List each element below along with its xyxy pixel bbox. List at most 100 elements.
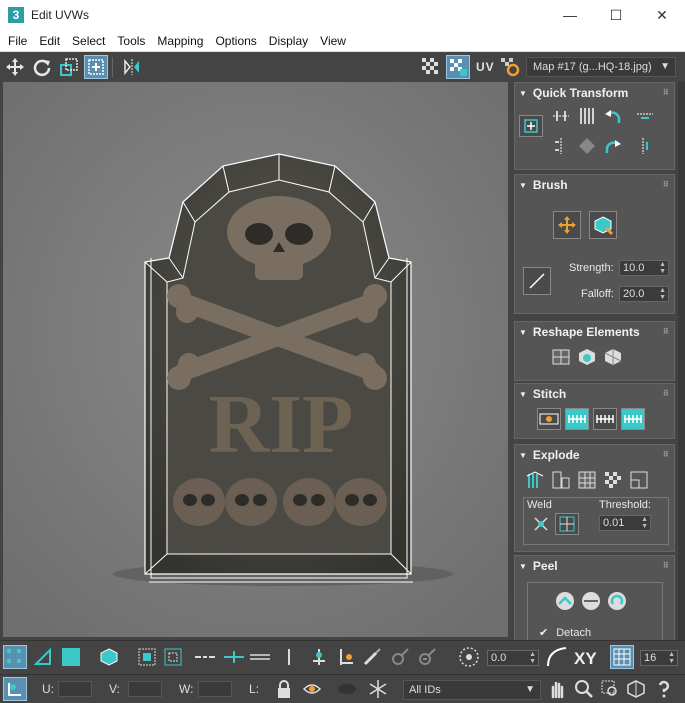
- grid-size-spinner[interactable]: 16 ▲ ▼: [640, 650, 678, 666]
- falloff-distance-spinner[interactable]: 0.0 ▲ ▼: [487, 650, 539, 666]
- edge-loop-button[interactable]: [333, 645, 357, 669]
- material-id-dropdown[interactable]: All IDs ▼: [403, 680, 541, 700]
- edge-mode-button[interactable]: [31, 645, 55, 669]
- u-label: U:: [42, 682, 54, 696]
- menu-file[interactable]: File: [2, 34, 33, 48]
- soft-select-button[interactable]: [457, 645, 481, 669]
- menu-select[interactable]: Select: [66, 34, 111, 48]
- minimize-button[interactable]: —: [547, 0, 593, 30]
- checkbox-checked-icon[interactable]: ✔: [539, 626, 548, 639]
- zoom-button[interactable]: [572, 677, 596, 701]
- unhide-button[interactable]: [335, 677, 359, 701]
- falloff-type-button[interactable]: [545, 645, 569, 669]
- align-vertical-button[interactable]: [549, 135, 573, 157]
- ring-select-button[interactable]: [193, 645, 217, 669]
- pan-button[interactable]: [545, 677, 569, 701]
- point-to-point-button[interactable]: [307, 645, 331, 669]
- weld-target-button[interactable]: [555, 513, 579, 535]
- scale-tool-button[interactable]: [57, 55, 81, 79]
- weld-selected-button[interactable]: [529, 513, 553, 535]
- quick-peel-button[interactable]: [553, 590, 577, 612]
- straighten-button[interactable]: [549, 346, 573, 368]
- menu-edit[interactable]: Edit: [33, 34, 66, 48]
- loop-grow-button[interactable]: [277, 645, 301, 669]
- paint-move-button[interactable]: [553, 211, 581, 239]
- uv-viewport[interactable]: RIP: [3, 82, 508, 637]
- menu-mapping[interactable]: Mapping: [151, 34, 209, 48]
- align-horizontal-button[interactable]: [549, 105, 573, 127]
- align-edge-v-button[interactable]: [633, 135, 657, 157]
- space-horizontal-button[interactable]: [575, 135, 599, 157]
- ring-grow-button[interactable]: [222, 645, 246, 669]
- loop-select-button[interactable]: [248, 645, 272, 669]
- rotate-cw-button[interactable]: [601, 135, 625, 157]
- mirror-tool-button[interactable]: [120, 55, 144, 79]
- uv-canvas[interactable]: RIP: [3, 82, 508, 637]
- pivot-button[interactable]: [519, 115, 543, 137]
- texture-map-dropdown[interactable]: Map #17 (g...HQ-18.jpg) ▼: [526, 57, 676, 77]
- peel-mode-button[interactable]: [579, 590, 603, 612]
- rotate-ccw-button[interactable]: [601, 105, 625, 127]
- explode-header[interactable]: ▼ Explode ⠿: [515, 445, 674, 465]
- map-settings-button[interactable]: [498, 55, 522, 79]
- vertex-mode-button[interactable]: [3, 645, 27, 669]
- relax-until-flat-button[interactable]: [575, 346, 599, 368]
- absolute-offset-button[interactable]: [3, 677, 27, 701]
- shrink-select-button[interactable]: [161, 645, 185, 669]
- xy-space-label[interactable]: XY: [574, 649, 597, 669]
- strength-spinner[interactable]: 10.0 ▲ ▼: [619, 260, 669, 276]
- stitch-header[interactable]: ▼ Stitch ⠿: [515, 384, 674, 404]
- element-mode-button[interactable]: [97, 645, 121, 669]
- quick-transform-header[interactable]: ▼ Quick Transform ⠿: [515, 83, 674, 103]
- face-mode-button[interactable]: [59, 645, 83, 669]
- menu-options[interactable]: Options: [209, 34, 262, 48]
- lock-selection-button[interactable]: [272, 677, 296, 701]
- zoom-extents-button[interactable]: [624, 677, 648, 701]
- align-edge-h-button[interactable]: [633, 105, 657, 127]
- panel-scrollbar[interactable]: [678, 82, 685, 640]
- peel-header[interactable]: ▼ Peel ⠿: [515, 556, 674, 576]
- stitch-to-source-button[interactable]: [621, 408, 645, 430]
- detach-option[interactable]: ✔ Detach: [539, 626, 591, 640]
- maximize-button[interactable]: ☐: [593, 0, 639, 30]
- stitch-to-target-button[interactable]: [565, 408, 589, 430]
- move-tool-button[interactable]: [3, 55, 27, 79]
- stitch-custom-button[interactable]: [537, 408, 561, 430]
- paint-shrink-button[interactable]: [415, 645, 439, 669]
- falloff-spinner[interactable]: 20.0 ▲ ▼: [619, 286, 669, 302]
- reshape-header[interactable]: ▼ Reshape Elements ⠿: [515, 322, 674, 342]
- explode-more-button[interactable]: [627, 469, 651, 491]
- menu-tools[interactable]: Tools: [111, 34, 151, 48]
- stitch-average-button[interactable]: [593, 408, 617, 430]
- v-field[interactable]: [128, 681, 162, 697]
- explode-grid-button[interactable]: [575, 469, 599, 491]
- relax-brush-button[interactable]: [589, 211, 617, 239]
- paint-select-button[interactable]: [360, 645, 384, 669]
- help-button[interactable]: [652, 677, 676, 701]
- zoom-region-button[interactable]: [598, 677, 622, 701]
- rotate-tool-button[interactable]: [30, 55, 54, 79]
- w-field[interactable]: [198, 681, 232, 697]
- threshold-spinner[interactable]: 0.01 ▲ ▼: [599, 515, 651, 531]
- detach-edge-button[interactable]: [549, 469, 573, 491]
- relax-settings-button[interactable]: [601, 346, 625, 368]
- grow-select-button[interactable]: [135, 645, 159, 669]
- freeform-tool-button[interactable]: [84, 55, 108, 79]
- flatten-button[interactable]: [601, 469, 625, 491]
- brush-header[interactable]: ▼ Brush ⠿: [515, 175, 674, 195]
- u-field[interactable]: [58, 681, 92, 697]
- hide-button[interactable]: [300, 677, 324, 701]
- menu-view[interactable]: View: [314, 34, 352, 48]
- peel-reset-button[interactable]: [605, 590, 629, 612]
- checker-toggle-button[interactable]: [419, 55, 443, 79]
- break-button[interactable]: [523, 469, 547, 491]
- grid-snap-button[interactable]: [610, 645, 634, 669]
- paint-grow-button[interactable]: [388, 645, 412, 669]
- falloff-curve-button[interactable]: [523, 267, 551, 295]
- collapse-triangle-icon: ▼: [519, 389, 527, 399]
- texture-toggle-button[interactable]: [446, 55, 470, 79]
- freeze-button[interactable]: [366, 677, 390, 701]
- close-button[interactable]: ✕: [639, 0, 685, 30]
- menu-display[interactable]: Display: [263, 34, 314, 48]
- space-vertical-button[interactable]: [575, 105, 599, 127]
